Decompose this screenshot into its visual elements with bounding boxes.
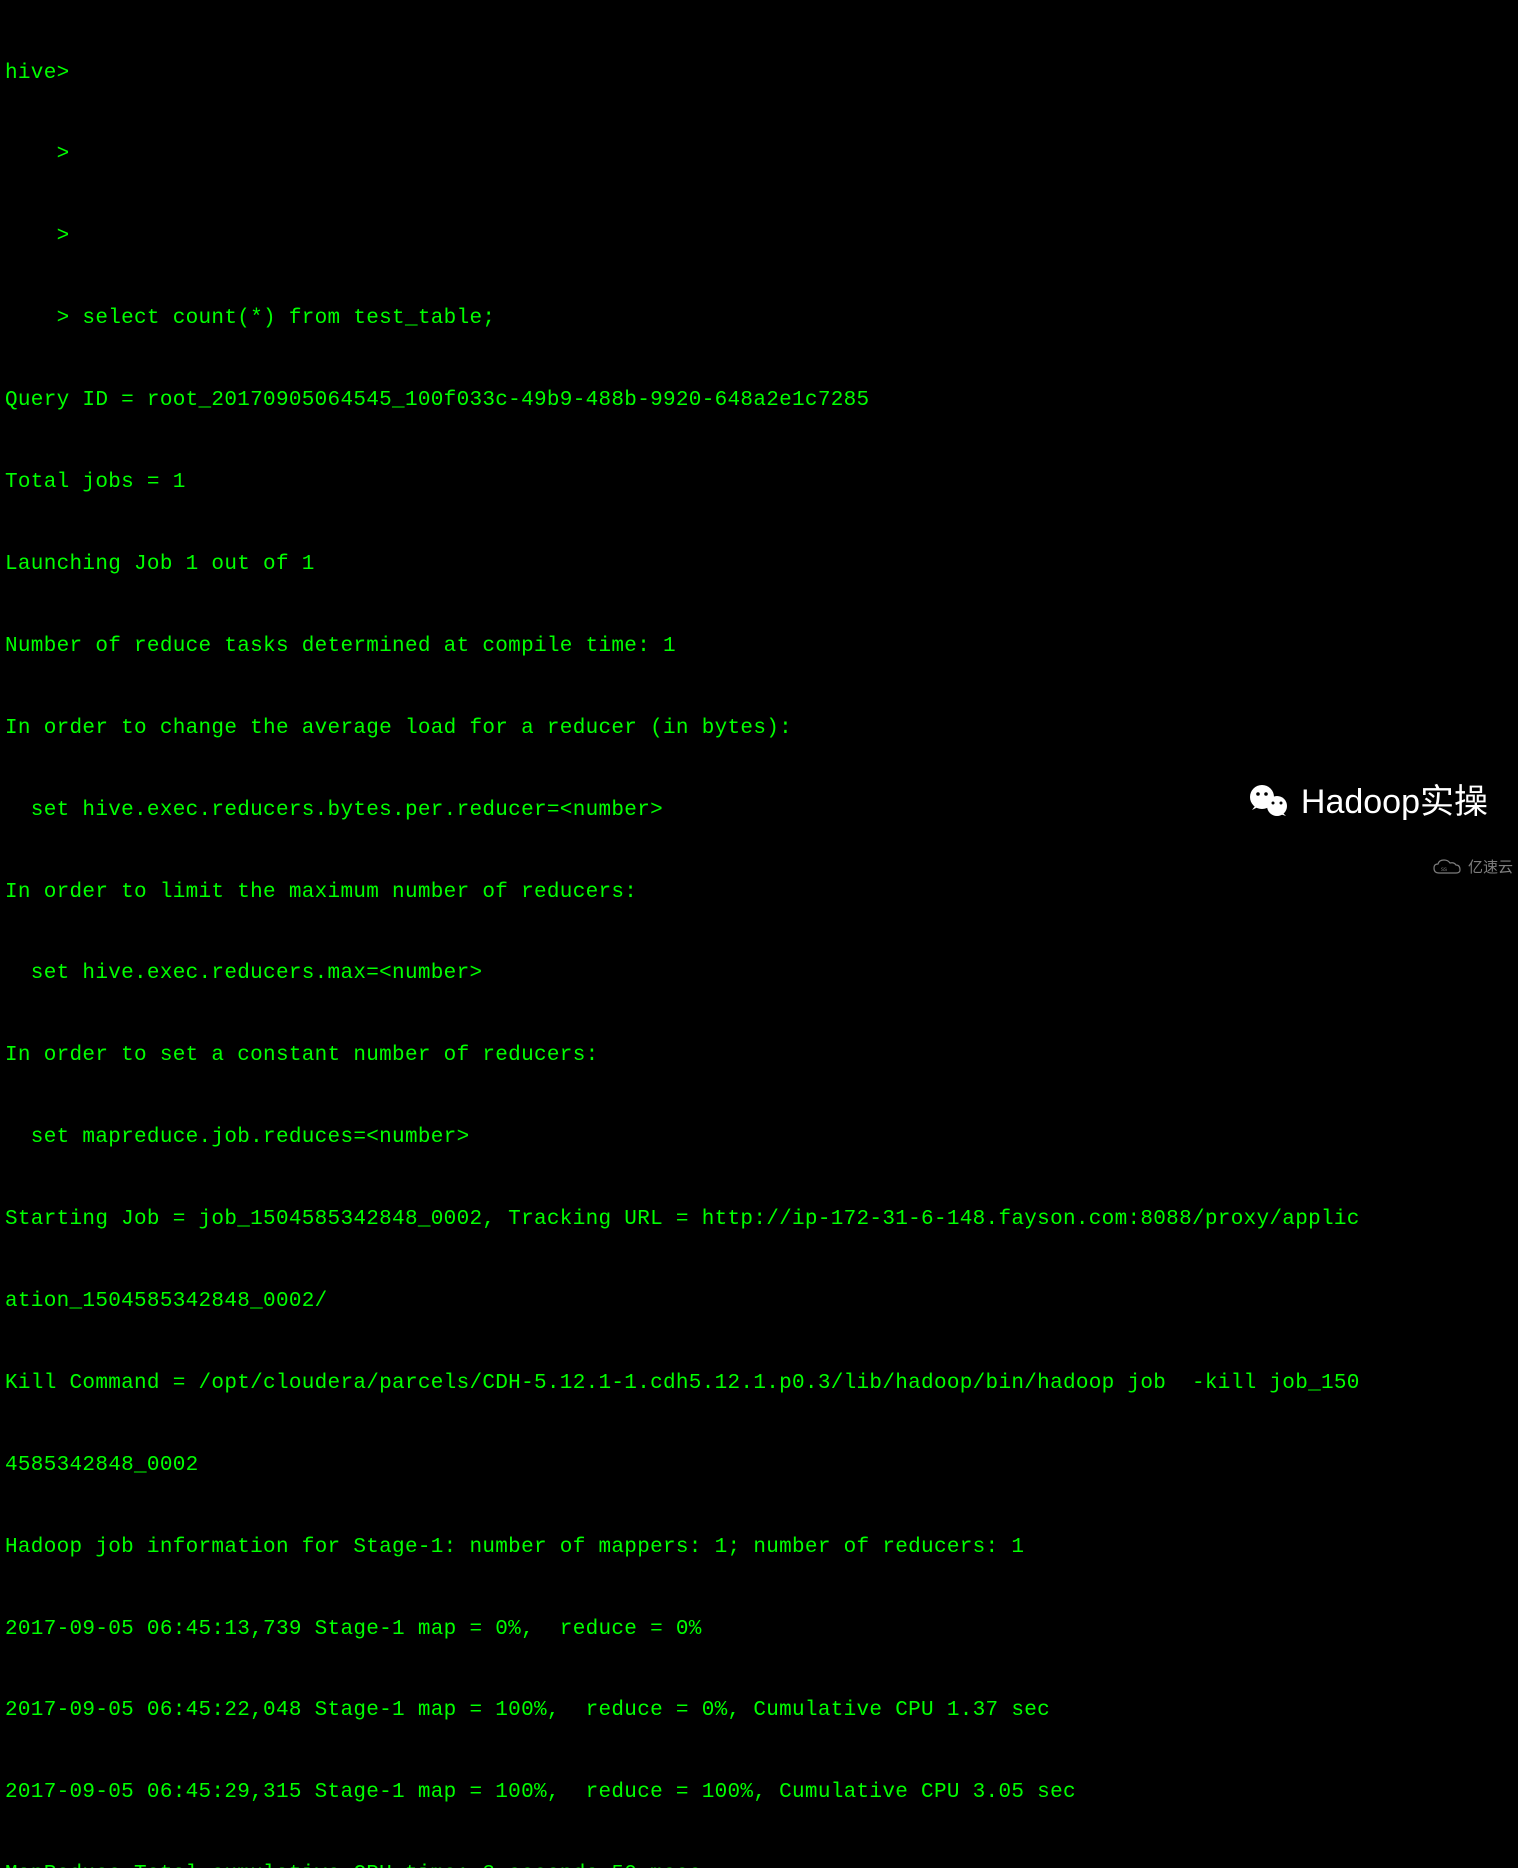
terminal-line: Number of reduce tasks determined at com… [5,633,1513,660]
terminal-line: 4585342848_0002 [5,1452,1513,1479]
terminal-line: 2017-09-05 06:45:13,739 Stage-1 map = 0%… [5,1616,1513,1643]
wechat-watermark: Hadoop实操 [1247,780,1488,824]
yisu-watermark-label: 亿速云 [1468,858,1513,878]
terminal-line: 2017-09-05 06:45:22,048 Stage-1 map = 10… [5,1697,1513,1724]
terminal-line: hive> [5,60,1513,87]
terminal-line: set mapreduce.job.reduces=<number> [5,1124,1513,1151]
terminal-line: > [5,141,1513,168]
terminal-line: In order to change the average load for … [5,715,1513,742]
terminal-line: > select count(*) from test_table; [5,305,1513,332]
terminal-line: set hive.exec.reducers.max=<number> [5,960,1513,987]
yisu-watermark: ss 亿速云 [1432,857,1513,879]
svg-text:ss: ss [1441,867,1447,873]
yisu-cloud-icon: ss [1432,857,1462,879]
terminal-line: 2017-09-05 06:45:29,315 Stage-1 map = 10… [5,1779,1513,1806]
watermark-label: Hadoop实操 [1301,780,1488,824]
wechat-icon [1247,780,1291,824]
terminal-line: > [5,223,1513,250]
terminal-line: In order to limit the maximum number of … [5,879,1513,906]
terminal-line: Query ID = root_20170905064545_100f033c-… [5,387,1513,414]
terminal-line: Starting Job = job_1504585342848_0002, T… [5,1206,1513,1233]
terminal-line: Kill Command = /opt/cloudera/parcels/CDH… [5,1370,1513,1397]
terminal-line: Total jobs = 1 [5,469,1513,496]
terminal-line: MapReduce Total cumulative CPU time: 3 s… [5,1861,1513,1868]
terminal-output[interactable]: hive> > > > select count(*) from test_ta… [0,0,1518,1868]
terminal-line: ation_1504585342848_0002/ [5,1288,1513,1315]
terminal-line: Hadoop job information for Stage-1: numb… [5,1534,1513,1561]
terminal-line: Launching Job 1 out of 1 [5,551,1513,578]
terminal-line: In order to set a constant number of red… [5,1042,1513,1069]
